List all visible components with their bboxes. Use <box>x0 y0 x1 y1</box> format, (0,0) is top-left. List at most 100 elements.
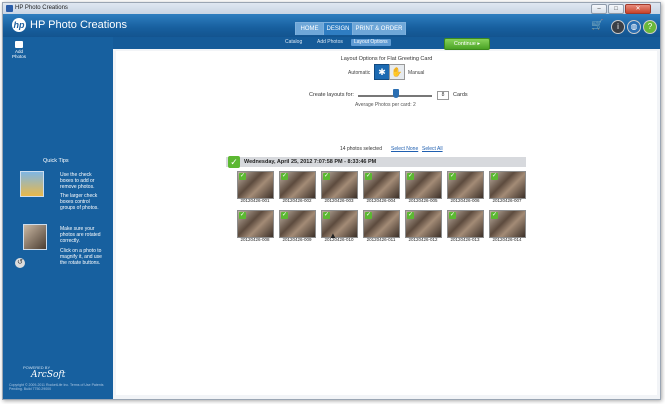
cart-icon[interactable]: 🛒 <box>591 20 603 32</box>
add-photos-icon <box>15 41 23 48</box>
photo-checkbox[interactable]: ✓ <box>281 173 288 180</box>
group-checkbox[interactable]: ✓ <box>228 156 240 168</box>
photo-caption: 20120426-008 <box>240 237 270 242</box>
app-window: HP Photo Creations – □ ✕ hp HP Photo Cre… <box>2 2 661 400</box>
photo-thumbnail[interactable]: ✓ 20120426-003 <box>321 171 358 205</box>
automatic-label: Automatic <box>348 70 371 76</box>
average-photos-text: Average Photos per card: 2 <box>355 102 416 108</box>
photo-image[interactable]: ✓ <box>321 210 358 238</box>
photo-thumbnail[interactable]: ✓ 20120426-014 <box>489 210 526 244</box>
photo-thumbnail[interactable]: ✓ 20120426-006 <box>447 171 484 205</box>
photo-caption: 20120426-014 <box>492 237 522 242</box>
photo-image[interactable]: ✓ <box>405 171 442 199</box>
hand-icon: ✋ <box>391 67 403 77</box>
photo-thumbnail[interactable]: ✓ 20120426-002 <box>279 171 316 205</box>
photo-image[interactable]: ✓ <box>489 171 526 199</box>
photo-image[interactable]: ✓ <box>489 210 526 238</box>
subnav-add-photos[interactable]: Add Photos <box>317 39 343 45</box>
photo-checkbox[interactable]: ✓ <box>365 173 372 180</box>
photo-checkbox[interactable]: ✓ <box>281 212 288 219</box>
photo-thumbnail[interactable]: ✓ 20120426-012 <box>405 210 442 244</box>
photo-caption: 20120426-007 <box>492 198 522 203</box>
photo-checkbox[interactable]: ✓ <box>239 212 246 219</box>
tab-home[interactable]: HOME <box>295 22 324 35</box>
photo-caption: 20120426-010 <box>324 237 354 242</box>
photo-thumbnail[interactable]: ✓ 20120426-001 <box>237 171 274 205</box>
photo-checkbox[interactable]: ✓ <box>491 212 498 219</box>
photo-caption: 20120426-002 <box>282 198 312 203</box>
tip-text-2: The larger check boxes control groups of… <box>60 193 99 211</box>
photo-checkbox[interactable]: ✓ <box>407 212 414 219</box>
add-photos-label: Add Photos <box>11 49 26 59</box>
tab-print-order[interactable]: PRINT & ORDER <box>352 22 406 35</box>
photo-checkbox[interactable]: ✓ <box>323 173 330 180</box>
photo-caption: 20120426-012 <box>408 237 438 242</box>
photo-image[interactable]: ✓ <box>279 210 316 238</box>
hp-logo: hp <box>12 18 26 32</box>
photo-thumbnail[interactable]: ✓ 20120426-011 <box>363 210 400 244</box>
photo-group-label: Wednesday, April 25, 2012 7:07:58 PM - 8… <box>244 159 377 165</box>
help-icon[interactable]: ? <box>643 20 657 34</box>
select-all-link[interactable]: Select All <box>422 146 443 152</box>
quick-tips-title: Quick Tips <box>43 158 69 164</box>
photo-checkbox[interactable]: ✓ <box>491 173 498 180</box>
photo-thumbnail[interactable]: ✓ 20120426-008 <box>237 210 274 244</box>
photo-image[interactable]: ✓ <box>447 210 484 238</box>
app-icon <box>6 5 13 12</box>
photo-thumbnail[interactable]: ✓ 20120426-007 <box>489 171 526 205</box>
app-header: hp HP Photo Creations HOME DESIGN PRINT … <box>3 14 660 37</box>
close-button[interactable]: ✕ <box>625 4 651 14</box>
main-panel: Layout Options for Flat Greeting Card Au… <box>116 51 657 395</box>
create-layouts-label: Create layouts for: <box>309 92 354 98</box>
photo-caption: 20120426-005 <box>408 198 438 203</box>
photo-thumbnail[interactable]: ✓ 20120426-013 <box>447 210 484 244</box>
photo-caption: 20120426-009 <box>282 237 312 242</box>
globe-icon[interactable]: ◍ <box>627 20 641 34</box>
photo-checkbox[interactable]: ✓ <box>323 212 330 219</box>
photo-checkbox[interactable]: ✓ <box>365 212 372 219</box>
photo-thumbnail[interactable]: ✓ 20120426-009 <box>279 210 316 244</box>
cards-slider-thumb[interactable] <box>393 89 399 98</box>
photos-selected-count: 14 photos selected <box>340 146 382 152</box>
photo-checkbox[interactable]: ✓ <box>449 173 456 180</box>
photo-checkbox[interactable]: ✓ <box>239 173 246 180</box>
photo-thumbnail[interactable]: ✓ 20120426-010 <box>321 210 358 244</box>
tip-text-4: Click on a photo to magnify it, and use … <box>60 248 102 266</box>
photo-image[interactable]: ✓ <box>405 210 442 238</box>
photo-image[interactable]: ✓ <box>321 171 358 199</box>
photo-thumbnail[interactable]: ✓ 20120426-004 <box>363 171 400 205</box>
copyright-text: Copyright © 2009-2011 RocketLife Inc. Te… <box>9 383 104 391</box>
continue-button[interactable]: Continue ▸ <box>444 38 490 50</box>
photo-checkbox[interactable]: ✓ <box>449 212 456 219</box>
photo-image[interactable]: ✓ <box>447 171 484 199</box>
photo-image[interactable]: ✓ <box>363 210 400 238</box>
photo-image[interactable]: ✓ <box>279 171 316 199</box>
cards-label: Cards <box>453 92 468 98</box>
subnav-catalog[interactable]: Catalog <box>285 39 302 45</box>
layout-options-title: Layout Options for Flat Greeting Card <box>340 56 433 62</box>
continue-label: Continue <box>453 41 476 47</box>
photo-caption: 20120426-004 <box>366 198 396 203</box>
photo-checkbox[interactable]: ✓ <box>407 173 414 180</box>
automatic-toggle[interactable]: ✱ <box>374 64 390 80</box>
add-photos-button[interactable]: Add Photos <box>10 41 28 59</box>
subnav-layout-options[interactable]: Layout Options <box>351 39 391 46</box>
tab-design[interactable]: DESIGN <box>323 22 353 35</box>
manual-label: Manual <box>408 70 425 76</box>
photo-image[interactable]: ✓ <box>237 171 274 199</box>
photo-thumbnail[interactable]: ✓ 20120426-005 <box>405 171 442 205</box>
photo-image[interactable]: ✓ <box>237 210 274 238</box>
info-icon[interactable]: i <box>611 20 625 34</box>
minimize-button[interactable]: – <box>591 4 607 14</box>
rotate-icon: ↺ <box>15 258 25 268</box>
photo-caption: 20120426-001 <box>240 198 270 203</box>
magic-wand-icon: ✱ <box>378 67 386 77</box>
tip-text-3: Make sure your photos are rotated correc… <box>60 226 101 244</box>
subnav-bar: Catalog Add Photos Layout Options Contin… <box>113 37 660 50</box>
select-none-link[interactable]: Select None <box>391 146 418 152</box>
photo-caption: 20120426-003 <box>324 198 354 203</box>
maximize-button[interactable]: □ <box>608 4 624 14</box>
manual-toggle[interactable]: ✋ <box>389 64 405 80</box>
photo-image[interactable]: ✓ <box>363 171 400 199</box>
cards-count-input[interactable]: 8 <box>437 91 449 100</box>
